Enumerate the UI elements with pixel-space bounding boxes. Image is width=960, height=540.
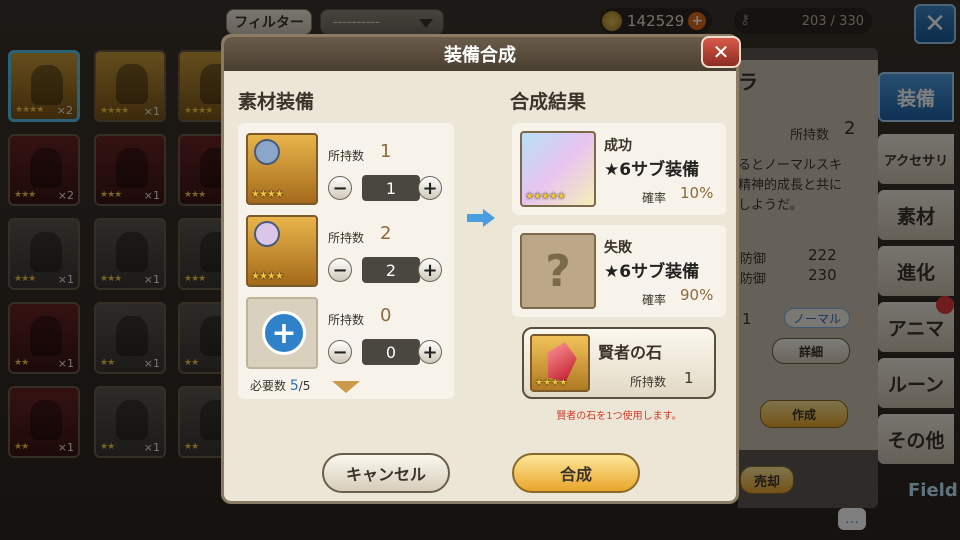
rate-label: 確率 [642, 293, 667, 307]
result-name: ★6サブ装備 [604, 262, 700, 282]
hold-value: 2 [380, 223, 392, 244]
material-stars: ★★★★ [251, 271, 284, 282]
required-total: /5 [298, 379, 311, 393]
materials-title: 素材装備 [238, 91, 315, 113]
add-icon: + [262, 311, 306, 355]
stone-hold-value: 1 [684, 369, 694, 387]
material-stars: ★★★★ [251, 189, 284, 200]
quantity-value: 1 [362, 175, 420, 201]
stone-hold-label: 所持数 [630, 375, 667, 389]
close-icon: ✕ [712, 40, 730, 64]
result-success-card: ★★★★★ 成功 ★6サブ装備 確率 10% [512, 123, 726, 215]
scroll-down-icon[interactable] [332, 381, 360, 393]
hold-label: 所持数 [328, 149, 365, 163]
result-kind: 成功 [604, 138, 632, 154]
hold-value: 0 [380, 305, 392, 326]
cancel-button[interactable]: キャンセル [322, 453, 450, 493]
character-face-icon [254, 139, 280, 165]
required-count: 必要数 5/5 [250, 377, 310, 394]
quantity-stepper: − 2 + [328, 257, 442, 283]
sage-stone-toggle[interactable]: ★★★★ 賢者の石 所持数 1 [522, 327, 716, 399]
synthesis-dialog: 装備合成 ✕ 素材装備 合成結果 ★★★★ 所持数 1 − 1 + ★★★★ 所… [221, 34, 741, 504]
dialog-title: 装備合成 [224, 37, 736, 71]
quantity-value: 0 [362, 339, 420, 365]
required-label: 必要数 [250, 379, 287, 393]
synthesize-button[interactable]: 合成 [512, 453, 640, 493]
result-name: ★6サブ装備 [604, 160, 700, 180]
result-item-icon: ★★★★★ [520, 131, 596, 207]
quantity-stepper: − 0 + [328, 339, 442, 365]
quantity-value: 2 [362, 257, 420, 283]
dialog-close-button[interactable]: ✕ [701, 36, 741, 68]
hold-label: 所持数 [328, 313, 365, 327]
material-slot: ★★★★ 所持数 1 − 1 + [246, 133, 446, 209]
character-face-icon [254, 221, 280, 247]
stone-name: 賢者の石 [598, 343, 663, 362]
material-slot: + 所持数 0 − 0 + [246, 297, 446, 373]
plus-button[interactable]: + [418, 340, 442, 364]
material-slot: ★★★★ 所持数 2 − 2 + [246, 215, 446, 291]
plus-button[interactable]: + [418, 176, 442, 200]
material-item-icon[interactable]: ★★★★ [246, 133, 318, 205]
minus-button[interactable]: − [328, 176, 352, 200]
rate-label: 確率 [642, 191, 667, 205]
hold-label: 所持数 [328, 231, 365, 245]
empty-slot[interactable]: + [246, 297, 318, 369]
rate-value: 10% [680, 184, 714, 202]
materials-panel: ★★★★ 所持数 1 − 1 + ★★★★ 所持数 2 − 2 + + 所持数 … [238, 123, 454, 399]
minus-button[interactable]: − [328, 340, 352, 364]
sage-stone-icon: ★★★★ [530, 334, 590, 392]
stone-stars: ★★★★ [535, 378, 568, 388]
gem-icon [542, 339, 579, 382]
quantity-stepper: − 1 + [328, 175, 442, 201]
result-kind: 失敗 [604, 240, 632, 256]
plus-button[interactable]: + [418, 258, 442, 282]
question-icon: ? [520, 233, 596, 309]
result-stars: ★★★★★ [525, 191, 566, 202]
arrow-right-icon [467, 209, 495, 227]
results-title: 合成結果 [510, 91, 587, 113]
stone-usage-note: 賢者の石を1つ使用します。 [556, 411, 682, 422]
minus-button[interactable]: − [328, 258, 352, 282]
material-item-icon[interactable]: ★★★★ [246, 215, 318, 287]
required-current: 5 [289, 378, 299, 394]
hold-value: 1 [380, 141, 392, 162]
rate-value: 90% [680, 286, 714, 304]
result-failure-card: ? 失敗 ★6サブ装備 確率 90% [512, 225, 726, 317]
